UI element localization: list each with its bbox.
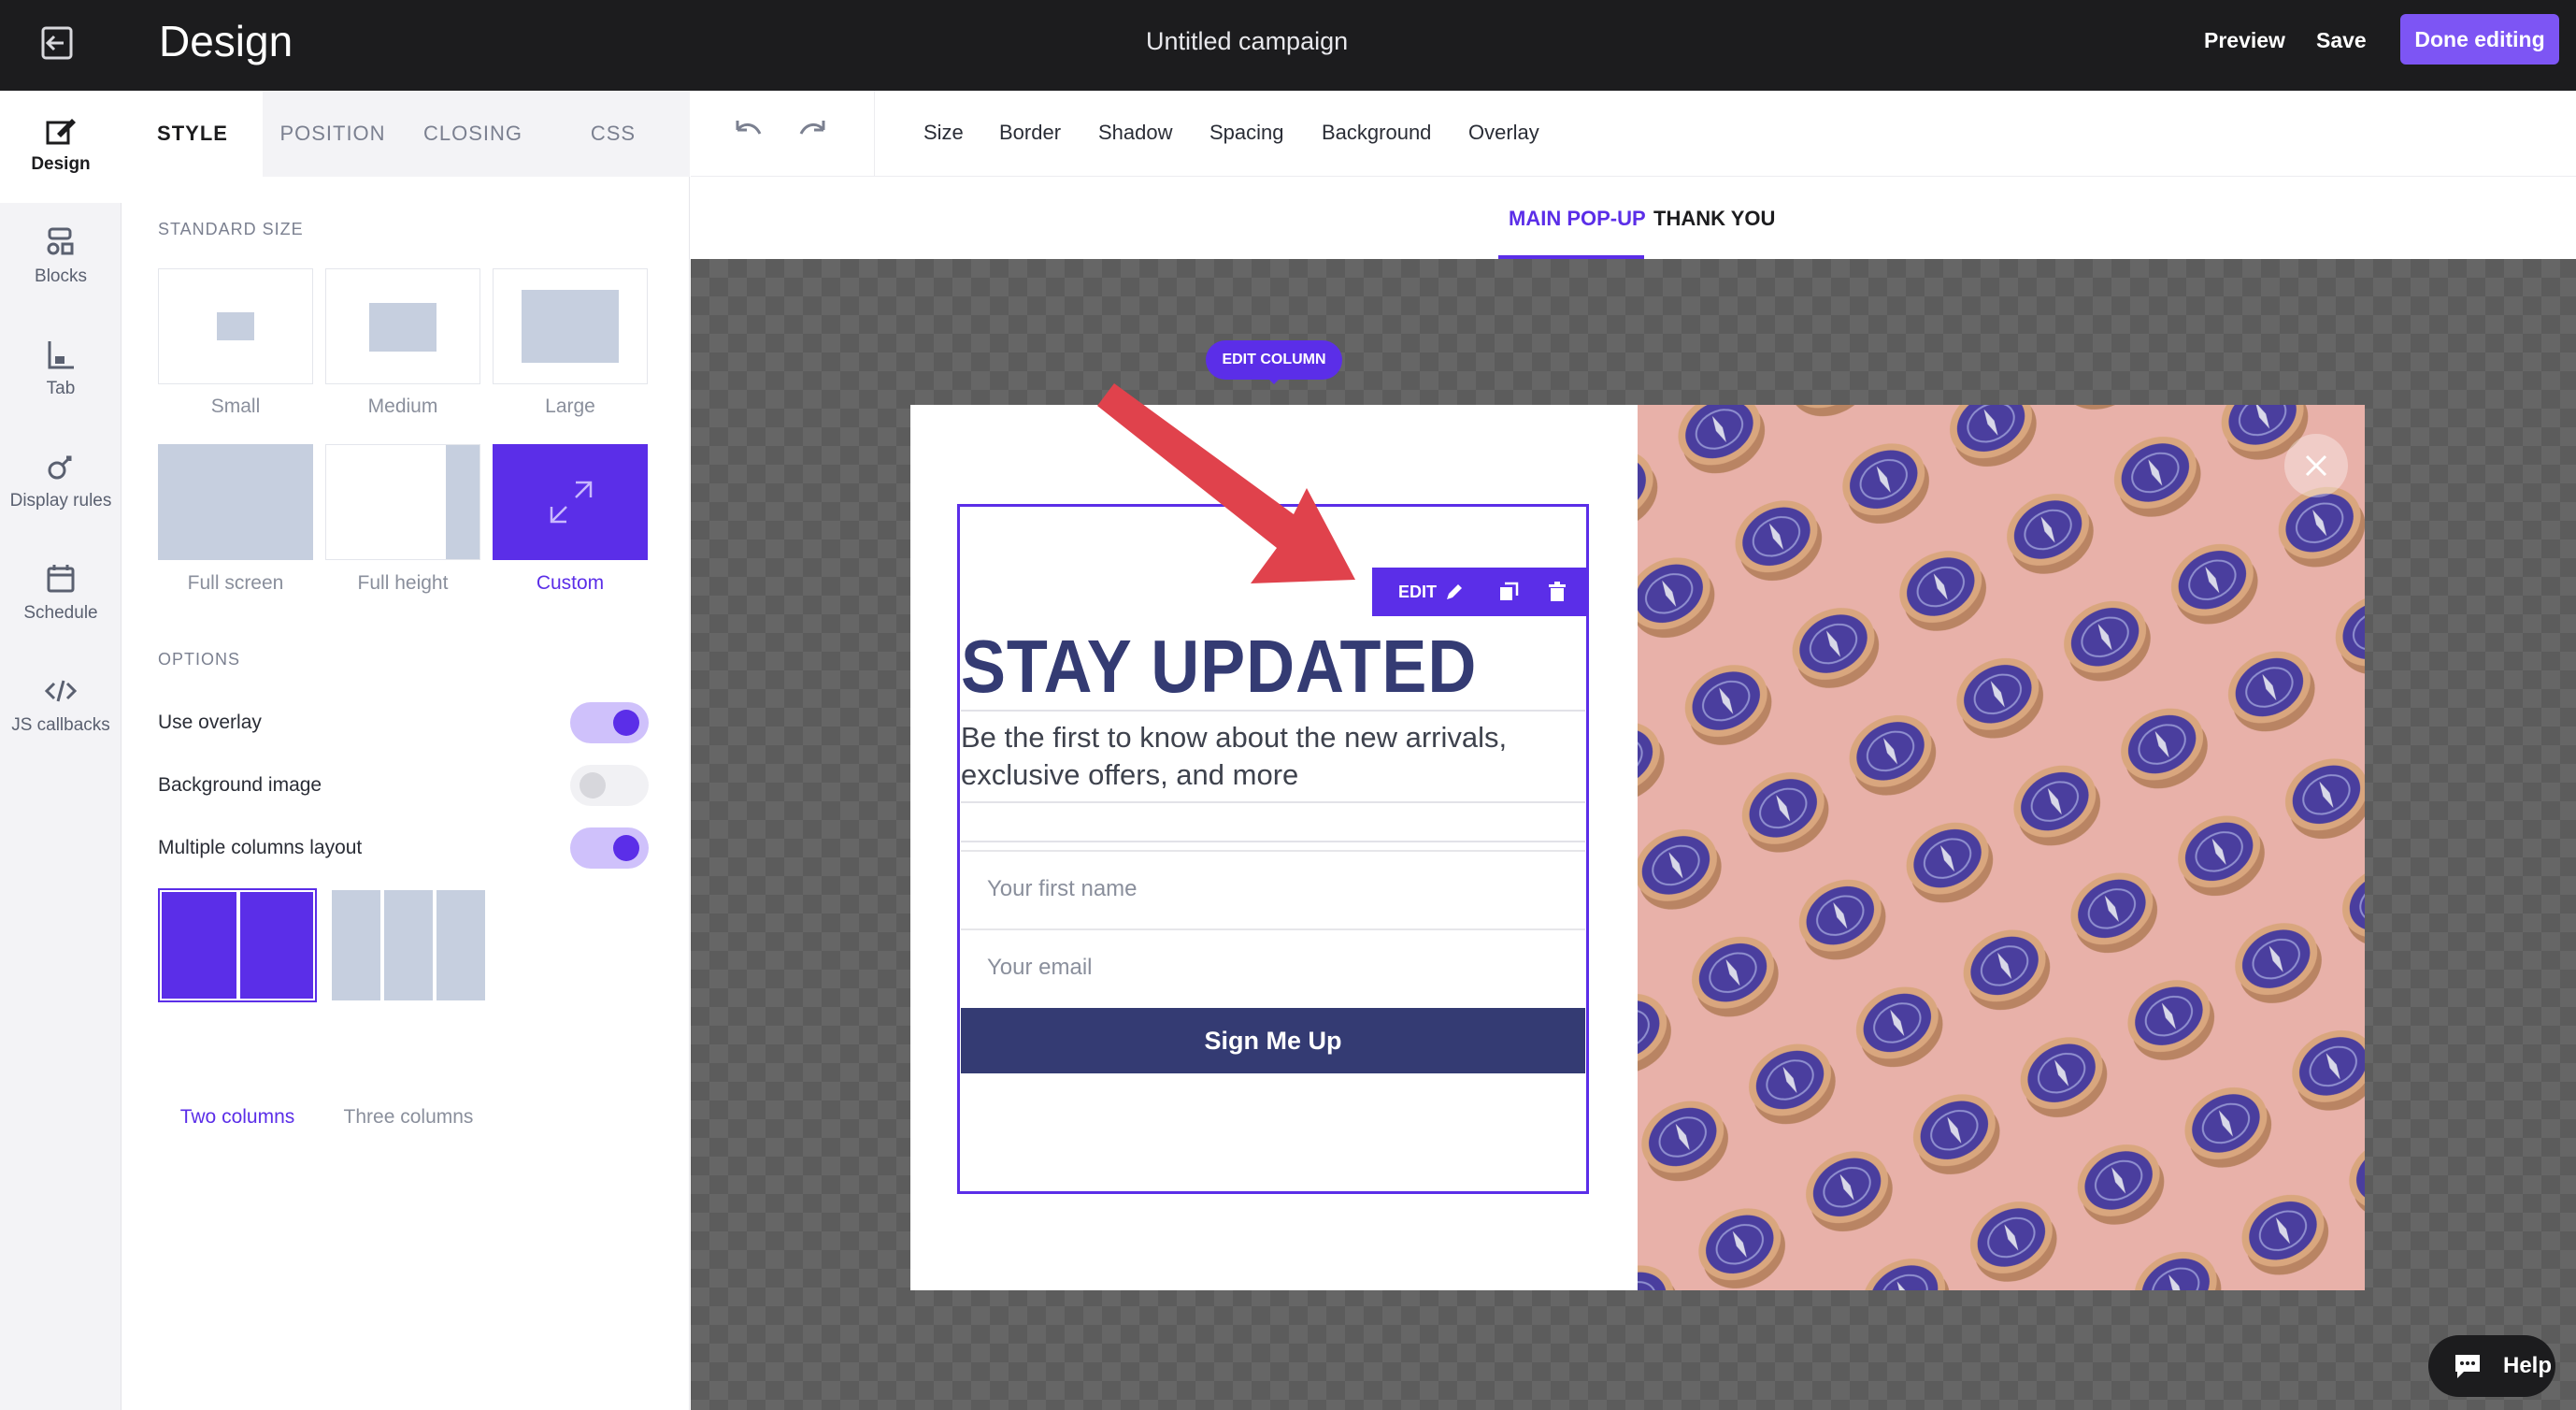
size-label-medium: Medium: [367, 396, 438, 417]
rail-label: JS callbacks: [11, 715, 110, 735]
resize-icon: [550, 481, 593, 524]
rail-item-tab[interactable]: Tab: [0, 315, 122, 427]
layout-three-columns[interactable]: [330, 888, 487, 1002]
done-editing-button[interactable]: Done editing: [2400, 14, 2559, 65]
size-card-large[interactable]: [493, 268, 648, 384]
sign-up-button[interactable]: Sign Me Up: [961, 1008, 1585, 1073]
layout-two-columns[interactable]: [158, 888, 317, 1002]
tab-position[interactable]: POSITION: [263, 91, 403, 177]
tool-size[interactable]: Size: [923, 121, 964, 145]
email-input[interactable]: Your email: [961, 928, 1585, 1003]
undo-icon[interactable]: [728, 115, 766, 152]
trash-icon[interactable]: [1546, 581, 1568, 603]
left-rail: Design Blocks Tab Display rules Schedule…: [0, 91, 122, 1410]
compass-pattern-image: [1638, 405, 2365, 1290]
rail-label: Schedule: [23, 603, 98, 623]
divider: [961, 841, 1585, 842]
display-rules-icon: [48, 455, 72, 480]
first-name-input[interactable]: Your first name: [961, 850, 1585, 925]
size-label-full-screen: Full screen: [187, 572, 284, 594]
save-button[interactable]: Save: [2316, 26, 2367, 54]
redo-icon[interactable]: [795, 115, 833, 152]
code-icon: [44, 680, 78, 702]
option-label-background-image: Background image: [158, 774, 322, 796]
popup-description[interactable]: Be the first to know about the new arriv…: [961, 719, 1559, 794]
tool-shadow[interactable]: Shadow: [1098, 121, 1173, 145]
edit-block-button[interactable]: EDIT: [1398, 581, 1437, 603]
popup-heading[interactable]: STAY UPDATED: [961, 620, 1477, 713]
tab-style[interactable]: STYLE: [122, 91, 263, 177]
tab-closing[interactable]: CLOSING: [403, 91, 543, 177]
calendar-icon: [47, 565, 75, 593]
rail-label: Blocks: [35, 266, 87, 286]
size-card-full-screen[interactable]: [158, 444, 313, 560]
rail-item-blocks[interactable]: Blocks: [0, 203, 122, 315]
rail-item-js-callbacks[interactable]: JS callbacks: [0, 652, 122, 764]
block-edit-bar: EDIT: [1372, 568, 1587, 616]
help-button[interactable]: Help: [2428, 1335, 2555, 1397]
tab-main-popup[interactable]: MAIN POP-UP: [1509, 207, 1646, 231]
rail-label: Display rules: [9, 491, 112, 511]
close-popup-button[interactable]: [2284, 434, 2348, 497]
preview-button[interactable]: Preview: [2204, 26, 2285, 54]
rail-label: Design: [31, 154, 91, 174]
tool-border[interactable]: Border: [999, 121, 1061, 145]
exit-icon[interactable]: [37, 22, 79, 64]
tool-background[interactable]: Background: [1322, 121, 1431, 145]
panel-tabs: STYLE POSITION CLOSING CSS: [122, 91, 690, 177]
layout-label-three-columns: Three columns: [343, 1106, 474, 1128]
tool-spacing[interactable]: Spacing: [1209, 121, 1284, 145]
layout-label-two-columns: Two columns: [179, 1106, 295, 1128]
size-label-large: Large: [545, 396, 595, 417]
size-card-small[interactable]: [158, 268, 313, 384]
use-overlay-toggle[interactable]: [570, 702, 649, 743]
pencil-icon[interactable]: [1443, 581, 1466, 603]
tab-thank-you[interactable]: THANK YOU: [1653, 207, 1775, 231]
rail-label: Tab: [46, 379, 76, 398]
duplicate-icon[interactable]: [1497, 581, 1520, 603]
size-card-full-height[interactable]: [325, 444, 480, 560]
help-label: Help: [2503, 1353, 2553, 1378]
multiple-columns-toggle[interactable]: [570, 827, 649, 869]
close-icon: [2305, 454, 2327, 477]
top-bar: Design Untitled campaign Preview Save Do…: [0, 0, 2576, 91]
rail-item-schedule[interactable]: Schedule: [0, 540, 122, 652]
popup-step-tabs: MAIN POP-UP THANK YOU: [691, 177, 2576, 259]
editor-toolbar: Size Border Shadow Spacing Background Ov…: [691, 91, 2576, 177]
tab-css[interactable]: CSS: [543, 91, 683, 177]
chat-icon: [2455, 1355, 2480, 1378]
blocks-icon: [47, 227, 74, 255]
standard-size-heading: STANDARD SIZE: [158, 220, 304, 238]
rail-item-display-rules[interactable]: Display rules: [0, 427, 122, 540]
size-label-full-height: Full height: [357, 572, 449, 594]
size-label-custom: Custom: [536, 572, 605, 594]
campaign-name[interactable]: Untitled campaign: [1146, 24, 1348, 58]
edit-icon: [46, 119, 76, 145]
rail-item-design[interactable]: Design: [0, 91, 122, 203]
background-image-toggle[interactable]: [570, 765, 649, 806]
annotation-arrow: [1097, 383, 1355, 583]
divider: [961, 801, 1585, 803]
tool-overlay[interactable]: Overlay: [1468, 121, 1539, 145]
option-label-multiple-columns: Multiple columns layout: [158, 837, 363, 858]
options-heading: OPTIONS: [158, 650, 241, 669]
divider: [961, 710, 1585, 712]
size-card-medium[interactable]: [325, 268, 480, 384]
style-settings-panel: STYLE POSITION CLOSING CSS STANDARD SIZE…: [122, 91, 690, 1410]
size-label-small: Small: [210, 396, 261, 417]
size-card-custom[interactable]: [493, 444, 648, 560]
option-label-use-overlay: Use overlay: [158, 712, 262, 733]
page-title: Design: [159, 17, 293, 65]
tab-icon: [48, 341, 74, 369]
